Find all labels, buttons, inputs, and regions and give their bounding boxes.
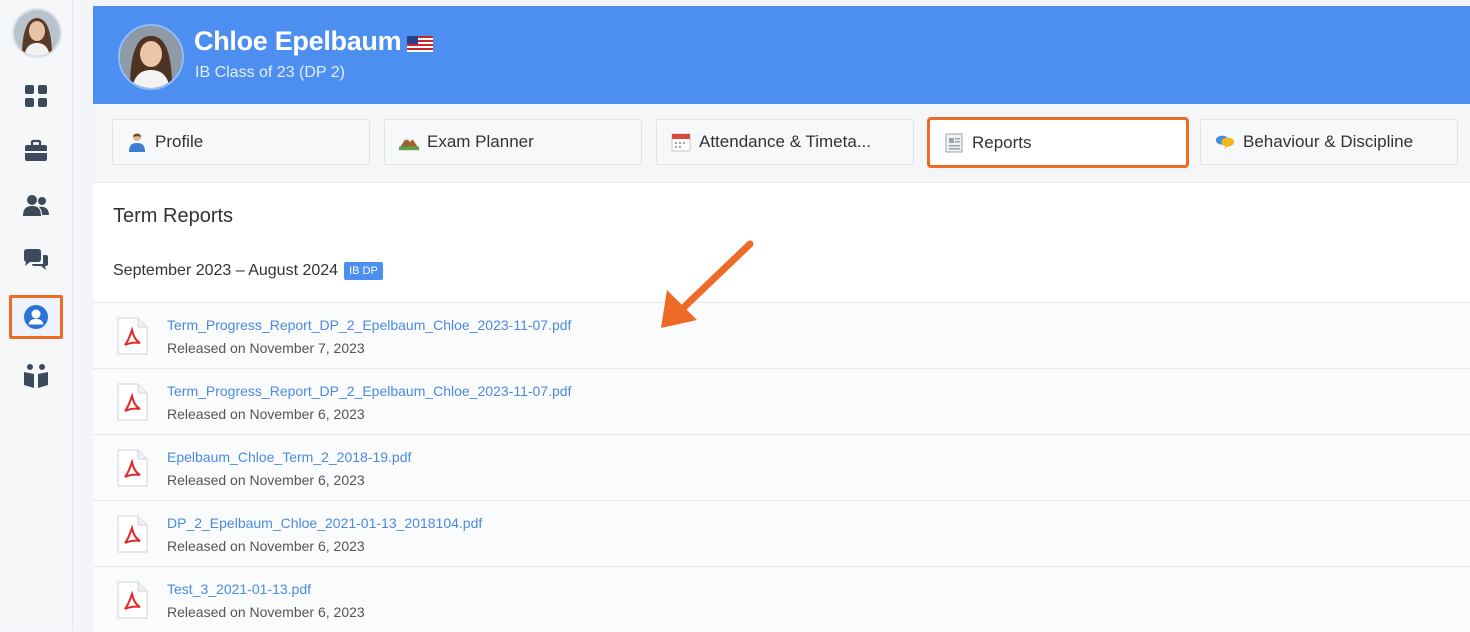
period-label: September 2023 – August 2024: [113, 262, 339, 279]
release-date: Released on November 6, 2023: [167, 604, 365, 620]
student-class: IB Class of 23 (DP 2): [195, 64, 345, 81]
main-panel: Chloe Epelbaum IB Class of 23 (DP 2) Pro…: [93, 6, 1470, 632]
pdf-icon: [117, 383, 148, 421]
tab-label: Exam Planner: [427, 132, 534, 151]
tab-label: Attendance & Timeta...: [699, 132, 871, 151]
speech-bubbles-icon: [1215, 132, 1235, 152]
tab-label: Reports: [972, 132, 1032, 152]
program-badge: IB DP: [344, 262, 383, 280]
tab-attendance-timetable[interactable]: Attendance & Timeta...: [656, 119, 914, 165]
chat-icon[interactable]: [18, 243, 54, 279]
pdf-icon: [117, 515, 148, 553]
release-date: Released on November 6, 2023: [167, 538, 365, 554]
tab-exam-planner[interactable]: Exam Planner: [384, 119, 642, 165]
user-avatar[interactable]: [12, 8, 62, 58]
tab-bar: Profile Exam Planner Attendance & Timeta…: [93, 104, 1470, 183]
pdf-icon: [117, 581, 148, 619]
report-file-link[interactable]: DP_2_Epelbaum_Chloe_2021-01-13_2018104.p…: [167, 515, 482, 531]
pdf-icon: [117, 449, 148, 487]
student-banner: Chloe Epelbaum IB Class of 23 (DP 2): [93, 6, 1470, 104]
tab-profile[interactable]: Profile: [112, 119, 370, 165]
report-file-link[interactable]: Epelbaum_Chloe_Term_2_2018-19.pdf: [167, 449, 411, 465]
tab-label: Behaviour & Discipline: [1243, 132, 1414, 151]
us-flag-icon: [407, 36, 433, 52]
annotation-arrow-icon: [661, 240, 754, 328]
report-file-link[interactable]: Term_Progress_Report_DP_2_Epelbaum_Chloe…: [167, 383, 571, 399]
list-item: Epelbaum_Chloe_Term_2_2018-19.pdf Releas…: [93, 434, 1470, 500]
list-item: Test_3_2021-01-13.pdf Released on Novemb…: [93, 566, 1470, 632]
tab-label: Profile: [155, 132, 204, 151]
report-list: Term_Progress_Report_DP_2_Epelbaum_Chloe…: [93, 302, 1470, 632]
release-date: Released on November 6, 2023: [167, 472, 365, 488]
list-item: Term_Progress_Report_DP_2_Epelbaum_Chloe…: [93, 302, 1470, 368]
briefcase-icon[interactable]: [18, 133, 54, 169]
release-date: Released on November 6, 2023: [167, 406, 365, 422]
users-icon[interactable]: [18, 188, 54, 224]
dashboard-icon[interactable]: [18, 78, 54, 114]
tab-reports[interactable]: Reports: [927, 117, 1189, 168]
student-avatar: [118, 24, 184, 90]
exam-planner-icon: [399, 132, 419, 152]
left-rail: [0, 0, 73, 630]
reports-icon: [944, 133, 964, 153]
report-file-link[interactable]: Test_3_2021-01-13.pdf: [167, 581, 311, 597]
list-item: DP_2_Epelbaum_Chloe_2021-01-13_2018104.p…: [93, 500, 1470, 566]
pdf-icon: [117, 317, 148, 355]
profile-icon[interactable]: [18, 299, 54, 335]
student-name: Chloe Epelbaum: [194, 26, 402, 56]
report-file-link[interactable]: Term_Progress_Report_DP_2_Epelbaum_Chloe…: [167, 317, 571, 333]
tab-behaviour-discipline[interactable]: Behaviour & Discipline: [1200, 119, 1458, 165]
profile-tab-icon: [127, 132, 147, 152]
section-title: Term Reports: [113, 205, 234, 227]
calendar-icon: [671, 132, 691, 152]
family-icon[interactable]: [18, 358, 54, 394]
academic-period: September 2023 – August 2024 IB DP: [113, 262, 383, 280]
list-item: Term_Progress_Report_DP_2_Epelbaum_Chloe…: [93, 368, 1470, 434]
release-date: Released on November 7, 2023: [167, 340, 365, 356]
